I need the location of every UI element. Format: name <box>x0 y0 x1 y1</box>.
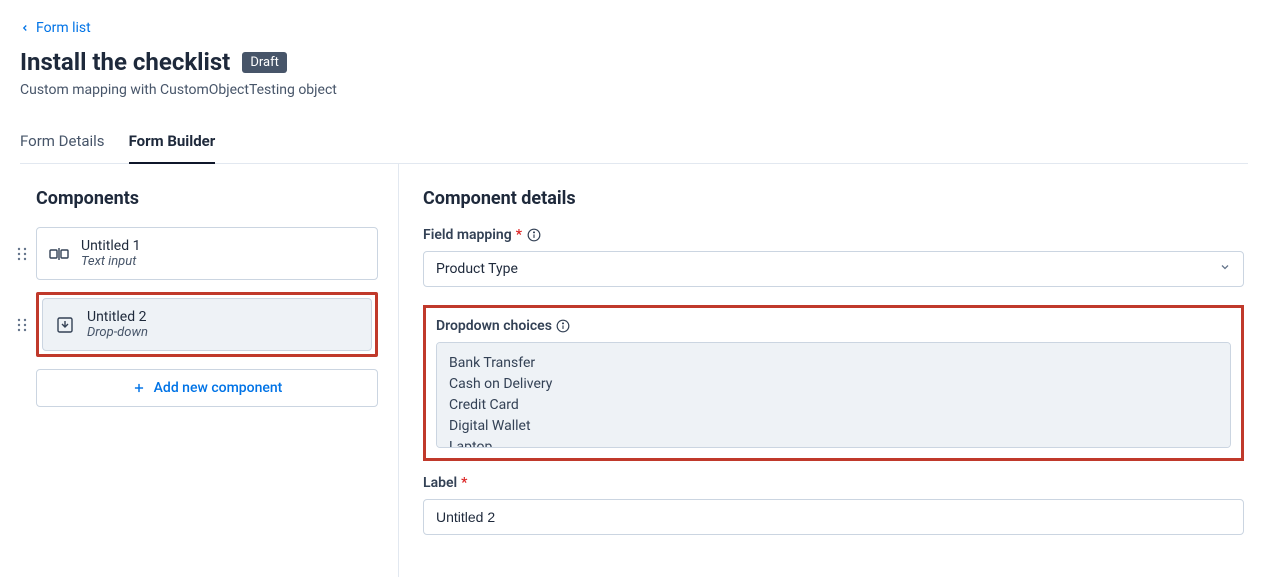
info-icon[interactable] <box>526 228 541 243</box>
component-details-heading: Component details <box>423 188 1244 209</box>
breadcrumb-back[interactable]: Form list <box>20 20 91 36</box>
field-mapping-label: Field mapping * <box>423 227 1244 243</box>
label-input[interactable] <box>423 499 1244 535</box>
status-badge: Draft <box>242 52 287 73</box>
required-asterisk: * <box>461 475 467 491</box>
dropdown-choices-label: Dropdown choices <box>436 318 1231 334</box>
drag-handle-icon[interactable] <box>14 247 30 261</box>
tabs: Form Details Form Builder <box>20 122 1248 164</box>
component-card-text-input[interactable]: Untitled 1 Text input <box>36 227 378 280</box>
chevron-down-icon <box>1219 261 1231 277</box>
chevron-left-icon <box>20 23 30 33</box>
field-mapping-select[interactable]: Product Type <box>423 251 1244 287</box>
component-type: Drop-down <box>87 325 148 340</box>
add-component-label: Add new component <box>154 380 283 396</box>
component-title: Untitled 1 <box>81 238 140 254</box>
tab-form-builder[interactable]: Form Builder <box>129 122 216 164</box>
dropdown-choices-textarea[interactable]: Bank Transfer Cash on Delivery Credit Ca… <box>436 342 1231 448</box>
label-field-label: Label * <box>423 475 1244 491</box>
drag-handle-icon[interactable] <box>14 318 30 332</box>
highlighted-dropdown-choices: Dropdown choices Bank Transfer Cash on D… <box>423 305 1244 461</box>
component-card-dropdown[interactable]: Untitled 2 Drop-down <box>42 298 372 351</box>
plus-icon <box>132 381 146 395</box>
components-heading: Components <box>36 188 378 209</box>
page-title: Install the checklist <box>20 48 230 76</box>
highlighted-component: Untitled 2 Drop-down <box>36 292 378 357</box>
required-asterisk: * <box>516 227 522 243</box>
text-input-icon <box>49 244 69 264</box>
page-subtitle: Custom mapping with CustomObjectTesting … <box>20 82 1248 98</box>
tab-form-details[interactable]: Form Details <box>20 122 105 164</box>
info-icon[interactable] <box>556 319 571 334</box>
add-new-component-button[interactable]: Add new component <box>36 369 378 407</box>
breadcrumb-label: Form list <box>36 20 91 36</box>
component-type: Text input <box>81 254 140 269</box>
component-title: Untitled 2 <box>87 309 148 325</box>
field-mapping-value: Product Type <box>436 261 518 277</box>
dropdown-icon <box>55 315 75 335</box>
